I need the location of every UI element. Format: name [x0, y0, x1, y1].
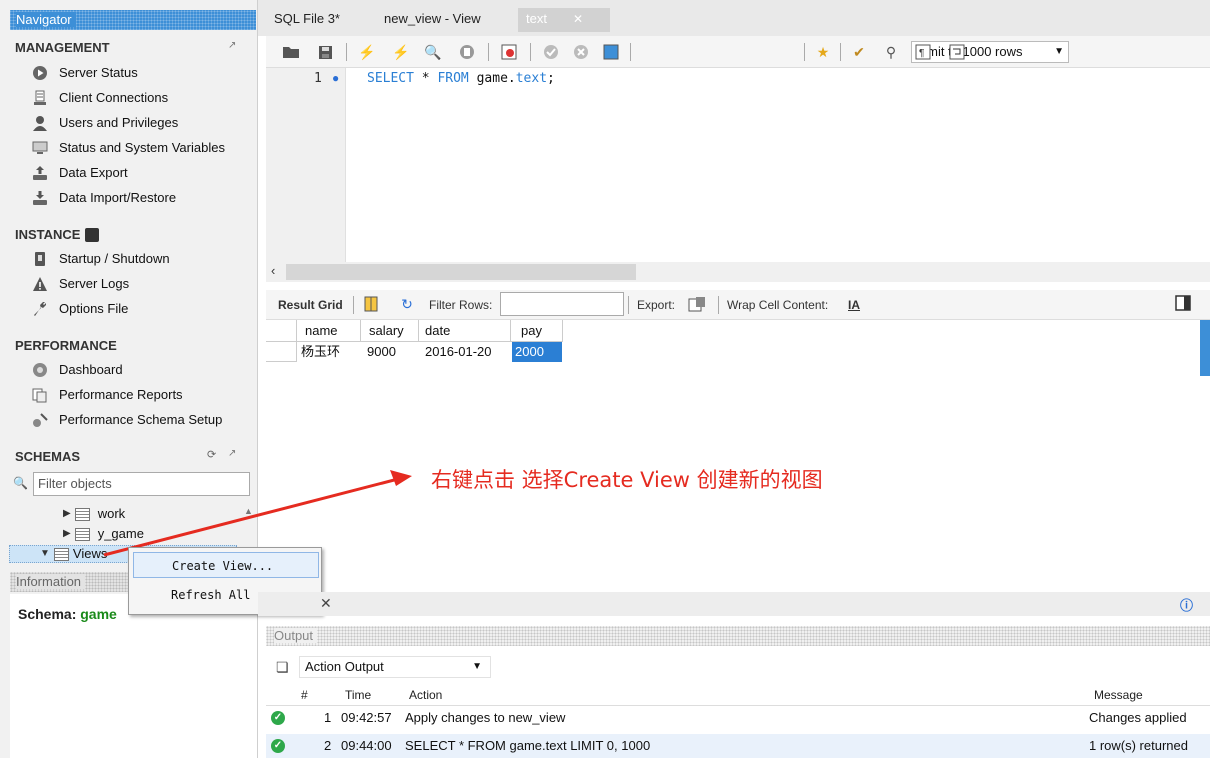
output-table-header: # Time Action Message — [266, 684, 1210, 706]
annotation-text: 右键点击 选择Create View 创建新的视图 — [431, 468, 823, 492]
output-col-time: Time — [345, 688, 372, 702]
close-icon[interactable]: ✕ — [320, 595, 332, 612]
copy-output-icon[interactable]: ❏ — [276, 659, 289, 676]
output-row[interactable]: ✓ 1 09:42:57 Apply changes to new_view C… — [266, 706, 1210, 730]
success-icon: ✓ — [271, 711, 285, 725]
info-icon[interactable]: ⓘ — [1180, 595, 1193, 614]
output-col-message: Message — [1094, 688, 1143, 702]
output-col-action: Action — [409, 688, 443, 702]
output-col-num: # — [301, 688, 308, 702]
chevron-down-icon: ▼ — [472, 661, 482, 672]
result-tabs-bar: ✕ ⓘ — [258, 592, 1210, 616]
menu-item-create-view[interactable]: Create View... — [133, 552, 319, 578]
success-icon: ✓ — [271, 739, 285, 753]
output-header: Output — [266, 626, 1210, 646]
output-row[interactable]: ✓ 2 09:44:00 SELECT * FROM game.text LIM… — [266, 734, 1210, 758]
output-type-select[interactable]: Action Output ▼ — [299, 656, 491, 678]
